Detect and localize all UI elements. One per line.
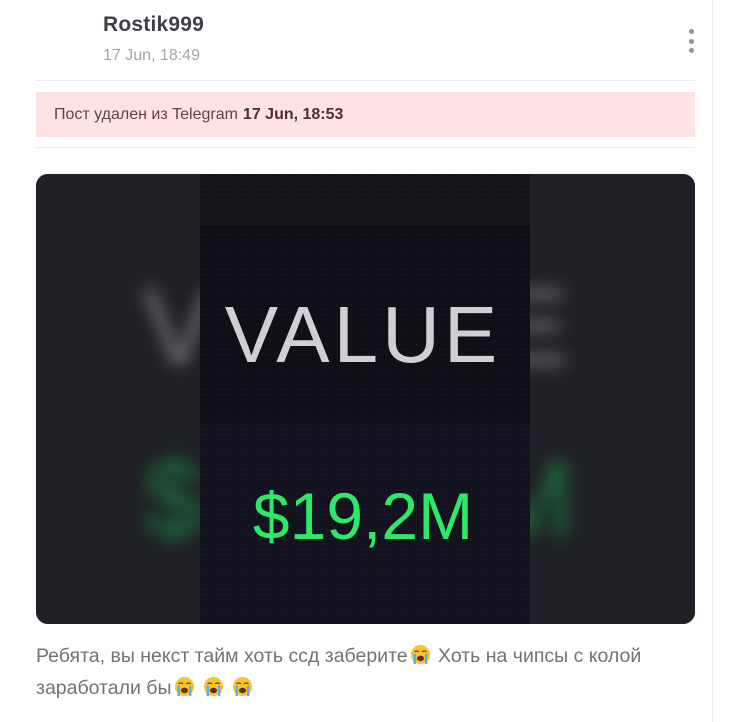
post-caption: Ребята, вы некст тайм хоть ссд заберите … bbox=[36, 640, 701, 704]
deleted-notice-text: Пост удален из Telegram bbox=[54, 105, 238, 123]
image-heading-text: VALUE bbox=[225, 290, 501, 379]
deleted-notice-time: 17 Jun, 18:53 bbox=[242, 105, 344, 123]
crying-face-icon bbox=[203, 676, 223, 697]
menu-dot bbox=[688, 29, 694, 34]
divider bbox=[36, 80, 695, 81]
caption-text-part1: Ребята, вы некст тайм хоть ссд заберите bbox=[36, 645, 408, 667]
more-options-icon[interactable] bbox=[680, 27, 702, 55]
menu-dot bbox=[688, 48, 694, 53]
image-amount-text: $19,2M bbox=[253, 479, 473, 553]
deleted-notice-banner: Пост удален из Telegram 17 Jun, 18:53 bbox=[36, 92, 695, 137]
crying-face-icon bbox=[232, 676, 252, 697]
crying-face-icon bbox=[410, 644, 430, 665]
author-name[interactable]: Rostik999 bbox=[103, 13, 204, 37]
post-card: Rostik999 17 Jun, 18:49 Пост удален из T… bbox=[0, 0, 713, 722]
post-image-graphic: VALUE $19,2M VALUE $19,2M bbox=[36, 174, 695, 624]
post-image[interactable]: VALUE $19,2M VALUE $19,2M bbox=[36, 174, 695, 624]
divider bbox=[36, 147, 695, 148]
crying-face-icon bbox=[174, 676, 194, 697]
menu-dot bbox=[688, 38, 694, 44]
post-timestamp: 17 Jun, 18:49 bbox=[103, 47, 200, 64]
